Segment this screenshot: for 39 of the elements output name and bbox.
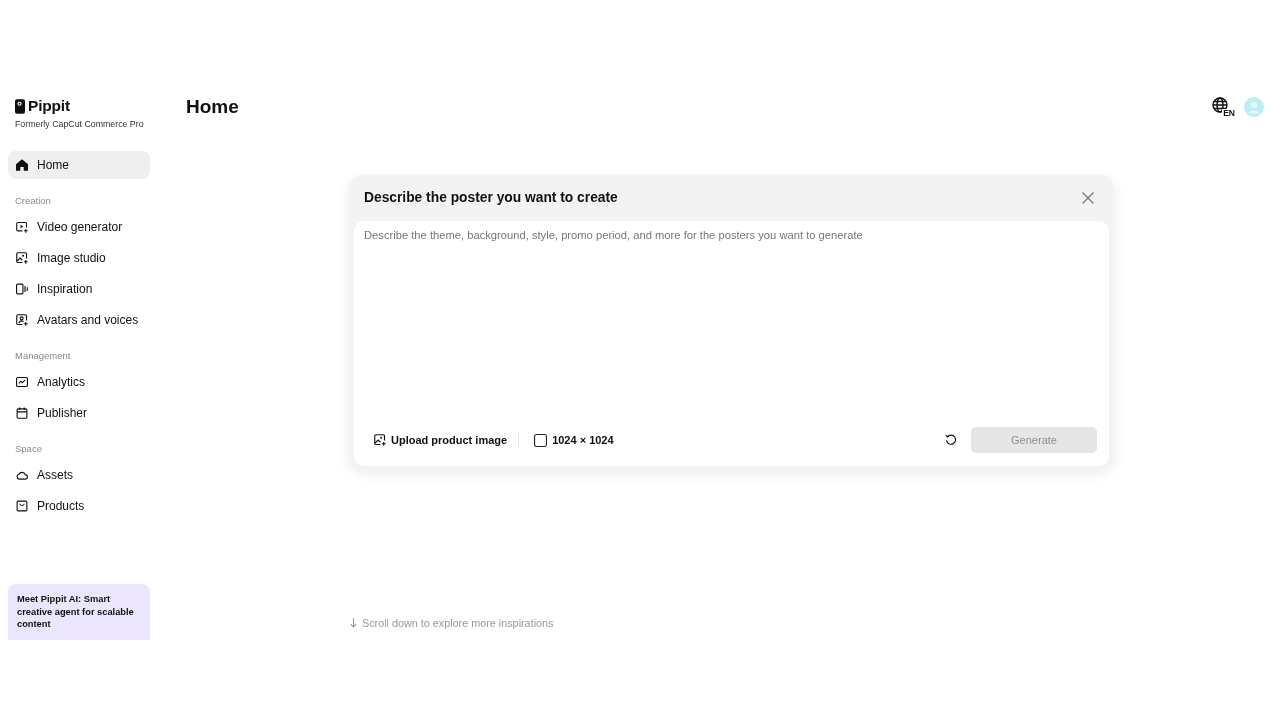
- dialog-title: Describe the poster you want to create: [364, 189, 618, 207]
- section-heading: Management: [14, 350, 72, 362]
- close-button[interactable]: [1082, 191, 1095, 205]
- nav-item[interactable]: Publisher: [8, 399, 150, 427]
- size-button[interactable]: 1024 × 1024: [534, 433, 614, 447]
- nav-item[interactable]: Assets: [8, 461, 150, 489]
- section-heading: Space: [14, 443, 43, 455]
- language-button[interactable]: EN: [1212, 97, 1235, 117]
- person-frame-icon: [16, 314, 28, 326]
- close-icon: [1082, 191, 1094, 204]
- page-title: Home: [186, 95, 239, 119]
- logo-icon: [15, 98, 25, 114]
- video-icon: [16, 221, 28, 233]
- promo-card[interactable]: Meet Pippit AI: Smart creative agent for scalable content: [8, 584, 150, 640]
- nav-item[interactable]: Avatars and voices: [8, 306, 150, 334]
- reset-button[interactable]: [945, 434, 957, 446]
- section-heading: Creation: [14, 195, 52, 207]
- scroll-hint: Scroll down to explore more inspirations: [362, 616, 554, 630]
- calendar-icon: [16, 407, 28, 419]
- nav-item[interactable]: Inspiration: [8, 275, 150, 303]
- panels-icon: [16, 283, 28, 295]
- bag-icon: [16, 500, 28, 512]
- square-icon: [534, 433, 548, 447]
- nav-item[interactable]: Image studio: [8, 244, 150, 272]
- reset-icon: [945, 434, 957, 446]
- upload-button[interactable]: Upload product image: [374, 434, 508, 446]
- image-icon: [16, 252, 28, 264]
- cloud-icon: [16, 469, 28, 481]
- home-icon: [16, 159, 28, 171]
- brand-name: Pippit: [28, 98, 70, 114]
- nav-item[interactable]: Products: [8, 492, 150, 520]
- nav-item[interactable]: Analytics: [8, 368, 150, 396]
- chart-icon: [16, 376, 28, 388]
- nav-item[interactable]: Home: [8, 151, 150, 179]
- arrow-down-icon: [350, 618, 357, 628]
- image-upload-icon: [374, 434, 386, 446]
- prompt-field[interactable]: Describe the theme, background, style, promo period, and more for the posters you want to generate: [354, 221, 1109, 427]
- brand-tagline: Formerly CapCut Commerce Pro: [14, 118, 145, 130]
- nav-item[interactable]: Video generator: [8, 213, 150, 241]
